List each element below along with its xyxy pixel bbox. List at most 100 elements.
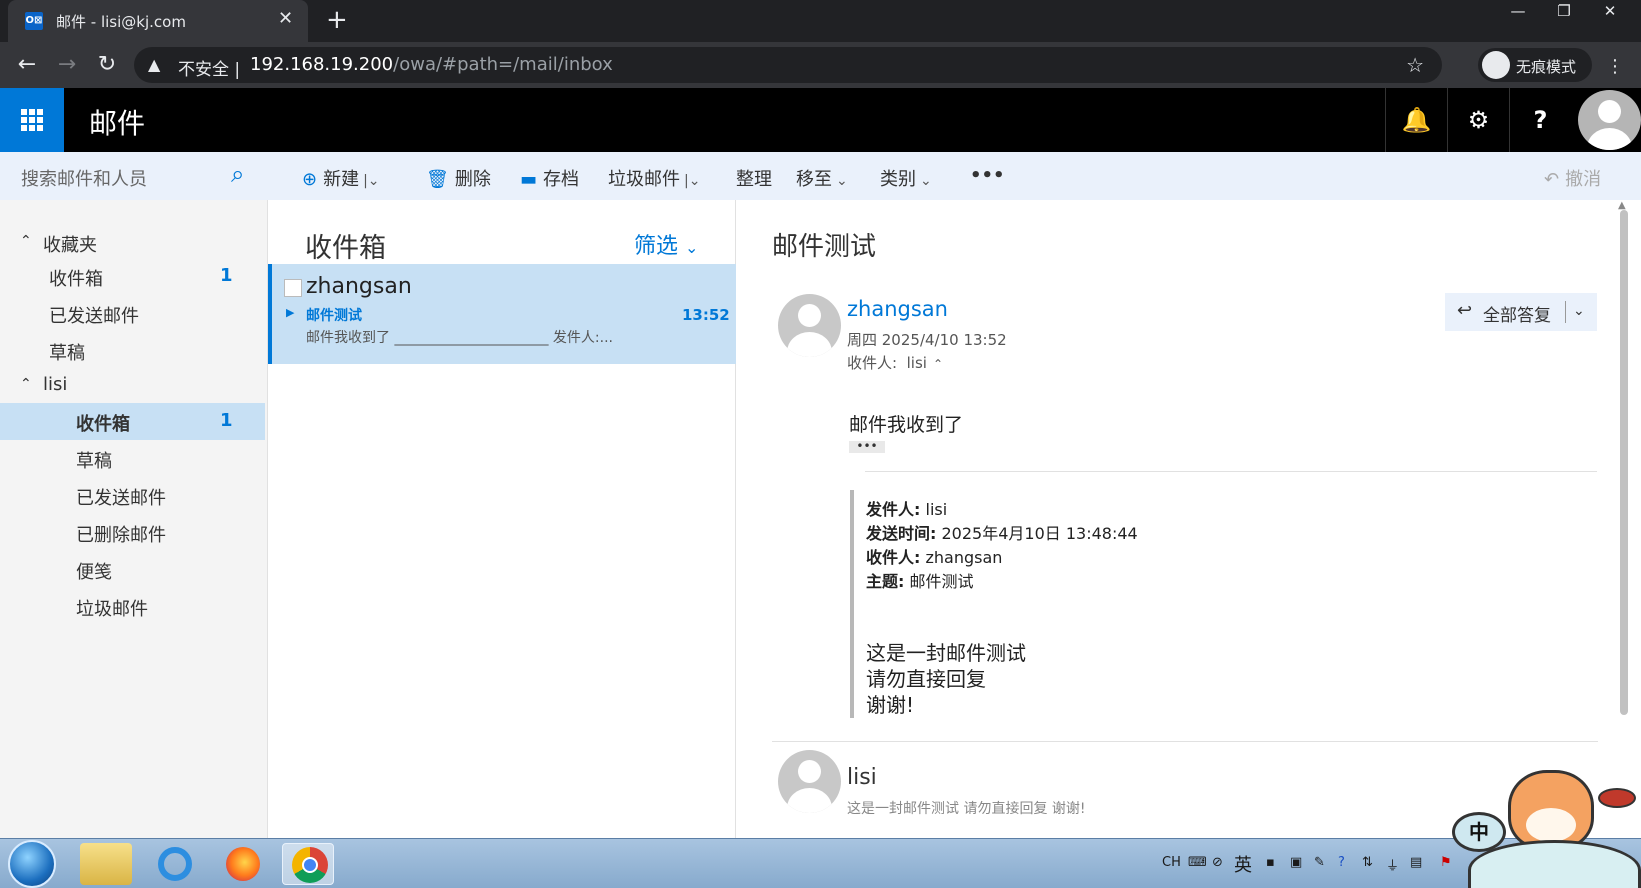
tray-updown-icon[interactable]: ⇅	[1362, 855, 1373, 870]
message-time: 13:52	[682, 306, 730, 324]
message-list-item[interactable]: zhangsan ▶ 邮件测试 13:52 邮件我收到了 ___________…	[268, 264, 736, 364]
chrome-taskbar-button[interactable]	[282, 843, 334, 885]
recipient-name[interactable]: lisi	[907, 354, 927, 372]
reply-all-icon: ↩	[1457, 300, 1473, 321]
ime-badge[interactable]: 中	[1452, 812, 1506, 852]
folder-item-notes[interactable]: 便笺	[0, 551, 268, 588]
tray-app-icon[interactable]: ▣	[1290, 855, 1302, 870]
collapse-recipients-icon[interactable]: ⌃	[933, 357, 943, 371]
message-subject: 邮件测试	[306, 308, 362, 324]
favorite-item-drafts[interactable]: 草稿	[0, 332, 268, 369]
more-commands-icon[interactable]: •••	[970, 165, 1005, 186]
url-path: /owa/#path=/mail/inbox	[393, 54, 613, 75]
app-title: 邮件	[89, 107, 146, 140]
archive-button[interactable]: ▬ 存档	[520, 165, 579, 191]
junk-button[interactable]: 垃圾邮件 |⌄	[608, 165, 700, 191]
expand-thread-icon[interactable]: ▶	[286, 306, 294, 319]
url-host: 192.168.19.200	[250, 54, 394, 75]
search-icon[interactable]: ⌕	[231, 160, 244, 188]
warning-icon[interactable]: ▲	[148, 55, 160, 74]
divider	[865, 471, 1597, 472]
search-box[interactable]: 搜索邮件和人员 ⌕	[0, 152, 268, 200]
delete-button[interactable]: 🗑 删除	[426, 165, 491, 191]
new-button[interactable]: ⊕ 新建 |⌄	[302, 165, 380, 191]
tray-dot-icon[interactable]: ▪	[1266, 855, 1275, 870]
chevron-down-icon[interactable]: |⌄	[363, 173, 379, 189]
search-input[interactable]: 搜索邮件和人员	[21, 165, 147, 191]
favorite-item-sent[interactable]: 已发送邮件	[0, 295, 268, 332]
waffle-icon	[21, 109, 43, 131]
tray-usb-icon[interactable]: ⏚	[1386, 855, 1399, 874]
file-explorer-icon[interactable]	[80, 843, 132, 885]
new-tab-icon[interactable]: +	[326, 5, 348, 35]
folder-item-sent[interactable]: 已发送邮件	[0, 477, 268, 514]
chevron-down-icon[interactable]: ⌄	[1573, 303, 1585, 319]
browser-toolbar: ← → ↻ ▲ 不安全 | 192.168.19.200/owa/#path=/…	[0, 42, 1641, 88]
select-checkbox[interactable]	[284, 279, 302, 297]
incognito-badge[interactable]: 无痕模式	[1478, 48, 1592, 82]
account-header[interactable]: ⌃ lisi	[0, 367, 268, 404]
undo-button[interactable]: ↶ 撤消	[1544, 165, 1601, 191]
quoted-body-line: 谢谢!	[866, 693, 915, 717]
forward-icon[interactable]: →	[52, 50, 82, 80]
tray-help-icon[interactable]: ?	[1338, 855, 1345, 870]
move-to-button[interactable]: 移至 ⌄	[796, 165, 848, 191]
bell-icon[interactable]: 🔔	[1385, 88, 1447, 152]
address-bar[interactable]: ▲ 不安全 | 192.168.19.200/owa/#path=/mail/i…	[134, 47, 1442, 83]
chevron-up-icon[interactable]: ⌃	[20, 233, 32, 249]
command-bar: ⊕ 新建 |⌄ 🗑 删除 ▬ 存档 垃圾邮件 |⌄ 整理 移至 ⌄ 类别 ⌄ ••• ↶ 撤消	[268, 152, 1641, 200]
insecure-label[interactable]: 不安全 |	[178, 55, 240, 80]
sender-name-link[interactable]: zhangsan	[847, 297, 948, 321]
windows-taskbar: CH 英 ⌨ ⊘ ▪ ▣ ✎ ? ⇅ ⏚ ▤ ⚑	[0, 838, 1641, 888]
sweep-button[interactable]: 整理	[736, 165, 772, 191]
internet-explorer-icon[interactable]	[148, 843, 200, 885]
tray-keyboard-icon[interactable]: ⌨	[1188, 855, 1207, 870]
filter-button[interactable]: 筛选 ⌄	[634, 228, 698, 260]
gear-icon[interactable]: ⚙	[1447, 88, 1509, 152]
thread-item-sender[interactable]: lisi	[847, 765, 877, 790]
back-icon[interactable]: ←	[12, 50, 42, 80]
folder-item-deleted[interactable]: 已删除邮件	[0, 514, 268, 551]
favorites-header[interactable]: ⌃ 收藏夹	[0, 224, 268, 261]
folder-item-junk[interactable]: 垃圾邮件	[0, 588, 268, 625]
scrollbar-thumb[interactable]	[1620, 210, 1628, 715]
quoted-body-line: 这是一封邮件测试	[866, 641, 1026, 665]
bookmark-star-icon[interactable]: ☆	[1406, 53, 1424, 77]
user-avatar-button[interactable]	[1578, 88, 1641, 152]
window-restore-button[interactable]: ❐	[1541, 0, 1587, 24]
chevron-down-icon: ⌄	[685, 238, 699, 257]
categories-button[interactable]: 类别 ⌄	[880, 165, 932, 191]
thread-item-preview[interactable]: 这是一封邮件测试 请勿直接回复 谢谢!	[847, 798, 1086, 818]
unread-count-badge: 1	[220, 410, 233, 431]
undo-icon: ↶	[1544, 169, 1560, 190]
chevron-up-icon[interactable]: ⌃	[20, 376, 32, 392]
message-preview: 邮件我收到了 ______________________ 发件人:...	[306, 330, 613, 346]
window-minimize-button[interactable]: —	[1495, 0, 1541, 24]
tray-pen-icon[interactable]: ✎	[1314, 855, 1325, 870]
reload-icon[interactable]: ↻	[92, 50, 122, 80]
browser-menu-icon[interactable]: ⋮	[1606, 56, 1624, 77]
incognito-label: 无痕模式	[1516, 58, 1577, 76]
window-close-button[interactable]: ✕	[1587, 0, 1633, 24]
reply-all-button[interactable]: ↩ 全部答复 ⌄	[1445, 293, 1597, 331]
url-text[interactable]: 192.168.19.200/owa/#path=/mail/inbox	[250, 54, 613, 75]
tray-vm-icon[interactable]: ▤	[1410, 855, 1422, 870]
tab-close-icon[interactable]: ✕	[278, 8, 293, 29]
start-button[interactable]	[8, 840, 56, 888]
ime-mode-indicator[interactable]: 英	[1234, 851, 1252, 877]
quoted-subject: 主题: 邮件测试	[866, 572, 974, 591]
folder-item-drafts[interactable]: 草稿	[0, 440, 268, 477]
folder-item-inbox[interactable]: 收件箱 1	[0, 403, 265, 440]
quoted-body-line: 请勿直接回复	[866, 667, 986, 691]
tab-title: 邮件 - lisi@kj.com	[56, 13, 186, 31]
favorite-item-inbox[interactable]: 收件箱 1	[0, 258, 268, 295]
chevron-down-icon[interactable]: |⌄	[684, 173, 700, 189]
browser-tab[interactable]: O⊠ 邮件 - lisi@kj.com ✕	[8, 0, 308, 42]
list-title: 收件箱	[305, 233, 386, 264]
language-indicator[interactable]: CH	[1162, 855, 1181, 870]
tray-block-icon[interactable]: ⊘	[1212, 855, 1223, 870]
app-launcher-button[interactable]	[0, 88, 64, 152]
show-quoted-text-button[interactable]: •••	[849, 440, 885, 453]
help-icon[interactable]: ?	[1509, 88, 1571, 152]
firefox-icon[interactable]	[216, 843, 268, 885]
